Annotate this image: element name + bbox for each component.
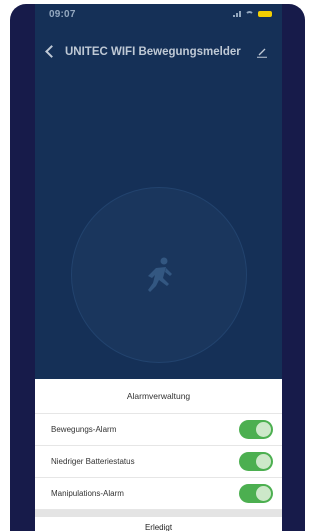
toggle-knob — [256, 422, 271, 437]
low-battery-label: Niedriger Batteriestatus — [51, 457, 135, 466]
row-tamper-alarm: Manipulations-Alarm — [35, 478, 282, 510]
tamper-alarm-label: Manipulations-Alarm — [51, 489, 124, 498]
motion-alarm-label: Bewegungs-Alarm — [51, 425, 117, 434]
device-frame: 09:07 UNITEC WIFI Bewegungsmelder Alarmv… — [10, 4, 305, 531]
row-motion-alarm: Bewegungs-Alarm — [35, 414, 282, 446]
toggle-knob — [256, 486, 271, 501]
tamper-alarm-toggle[interactable] — [239, 484, 273, 503]
sheet-title: Alarmverwaltung — [35, 379, 282, 414]
alarm-management-sheet: Alarmverwaltung Bewegungs-Alarm Niedrige… — [35, 379, 282, 531]
toggle-knob — [256, 454, 271, 469]
low-battery-toggle[interactable] — [239, 452, 273, 471]
motion-alarm-toggle[interactable] — [239, 420, 273, 439]
app-screen: 09:07 UNITEC WIFI Bewegungsmelder Alarmv… — [35, 4, 282, 531]
sheet-separator — [35, 510, 282, 517]
done-button[interactable]: Erledigt — [35, 517, 282, 531]
row-low-battery: Niedriger Batteriestatus — [35, 446, 282, 478]
